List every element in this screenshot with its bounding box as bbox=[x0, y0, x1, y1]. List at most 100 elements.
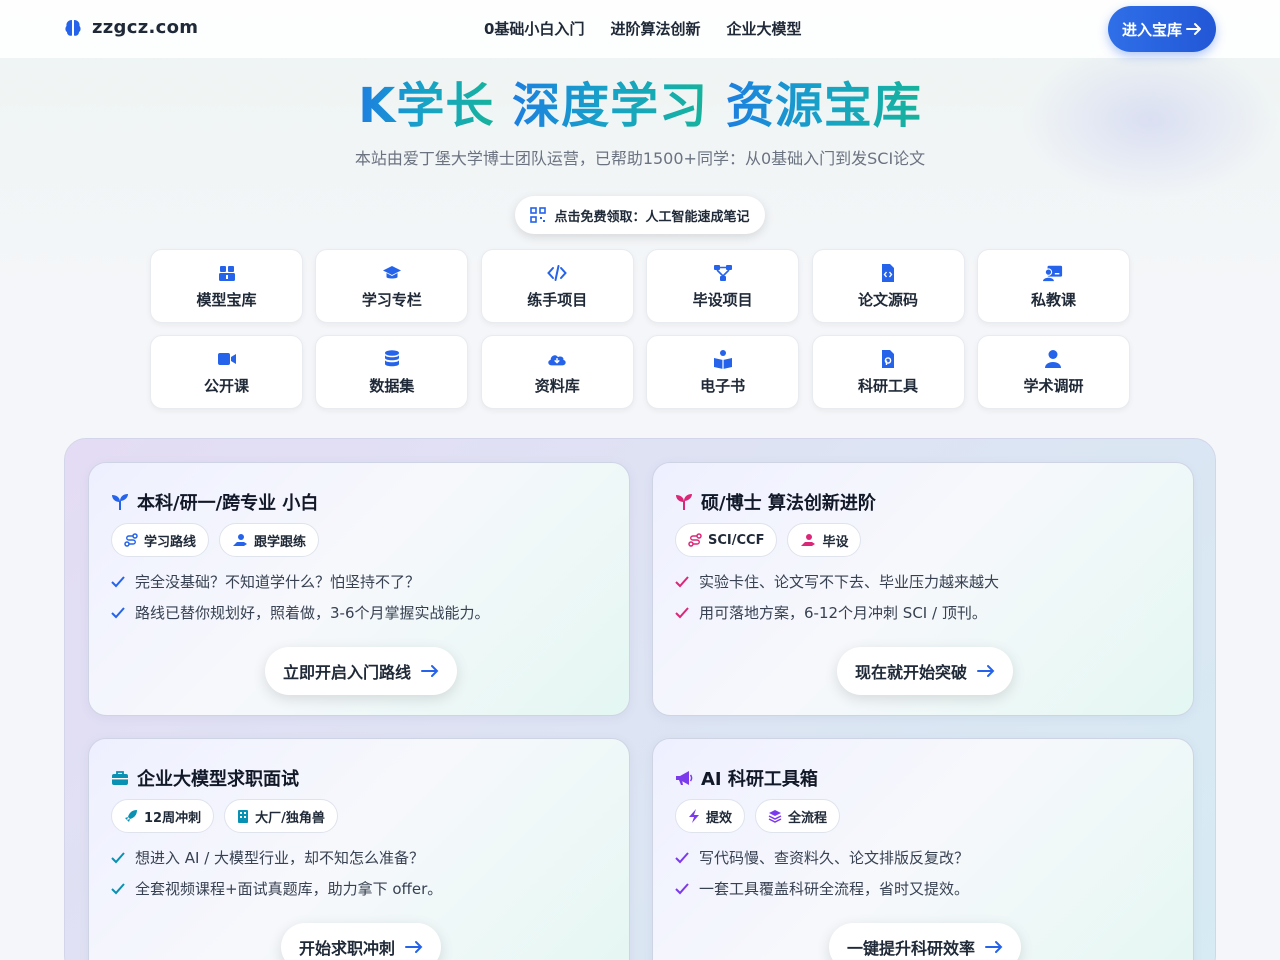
card-bullet: 全套视频课程+面试真题库，助力拿下 offer。 bbox=[111, 878, 442, 899]
top-header: zzgcz.com 0基础小白入门 进阶算法创新 企业大模型 进入宝库 bbox=[0, 0, 1280, 58]
cloud-download-icon bbox=[548, 354, 566, 365]
resource-columns[interactable]: 学习专栏 bbox=[315, 249, 469, 323]
resource-label: 练手项目 bbox=[527, 290, 588, 309]
tag-full-process[interactable]: 全流程 bbox=[755, 799, 841, 833]
cta-start-beginner[interactable]: 立即开启入门路线 bbox=[265, 647, 458, 695]
card-bullet: 写代码慢、查资料久、论文排版反复改？ bbox=[675, 847, 969, 868]
nav-enterprise[interactable]: 企业大模型 bbox=[726, 18, 801, 39]
cta-start-advanced[interactable]: 现在就开始突破 bbox=[837, 647, 1014, 695]
resource-open-courses[interactable]: 公开课 bbox=[150, 335, 303, 409]
resource-label: 毕设项目 bbox=[692, 290, 753, 309]
tag-learning-path[interactable]: 学习路线 bbox=[111, 523, 210, 557]
resource-ebooks[interactable]: 电子书 bbox=[646, 335, 800, 409]
resource-research-tools[interactable]: 科研工具 bbox=[811, 335, 965, 409]
tag-label: 跟学跟练 bbox=[254, 534, 307, 550]
resource-label: 电子书 bbox=[700, 376, 746, 395]
layers-icon bbox=[768, 810, 782, 823]
tag-12-week-sprint[interactable]: 12周冲刺 bbox=[111, 799, 215, 833]
arrow-right-icon bbox=[977, 665, 995, 677]
main-nav: 0基础小白入门 进阶算法创新 企业大模型 bbox=[484, 18, 801, 39]
qrcode-icon bbox=[530, 207, 547, 223]
tag-big-tech[interactable]: 大厂/独角兽 bbox=[224, 799, 338, 833]
resource-academic-research[interactable]: 学术调研 bbox=[976, 335, 1130, 409]
site-logo[interactable]: zzgcz.com bbox=[64, 17, 198, 38]
resource-practice-projects[interactable]: 练手项目 bbox=[480, 249, 634, 323]
card-advanced: 硕/博士 算法创新进阶 SCI/CCF 毕设 实验卡住、论文写不下去、毕业压力越… bbox=[652, 462, 1194, 716]
cta-label: 开始求职冲刺 bbox=[299, 939, 396, 958]
tag-label: SCI/CCF bbox=[708, 532, 765, 548]
card-bullet: 想进入 AI / 大模型行业，却不知怎么准备？ bbox=[111, 847, 424, 868]
cta-label: 现在就开始突破 bbox=[855, 663, 968, 682]
tag-graduation[interactable]: 毕设 bbox=[787, 523, 862, 557]
tag-sci-ccf[interactable]: SCI/CCF bbox=[675, 523, 778, 557]
free-notes-label: 点击免费领取：人工智能速成笔记 bbox=[554, 209, 750, 225]
resource-label: 论文源码 bbox=[858, 290, 919, 309]
bullet-text: 一套工具覆盖科研全流程，省时又提效。 bbox=[699, 880, 970, 898]
bullet-text: 路线已替你规划好，照着做，3-6个月掌握实战能力。 bbox=[135, 604, 490, 622]
resource-label: 私教课 bbox=[1030, 290, 1076, 309]
brain-icon bbox=[65, 19, 81, 36]
page-title: K学长 深度学习 资源宝库 bbox=[0, 66, 1280, 136]
bullet-text: 全套视频课程+面试真题库，助力拿下 offer。 bbox=[135, 880, 443, 898]
bullet-text: 写代码慢、查资料久、论文排版反复改？ bbox=[699, 849, 970, 867]
resource-label: 资料库 bbox=[534, 376, 580, 395]
route-icon bbox=[124, 533, 138, 547]
logo-text: zzgcz.com bbox=[92, 17, 199, 38]
arrow-right-icon bbox=[421, 665, 439, 677]
user-icon bbox=[1045, 349, 1062, 368]
building-icon bbox=[238, 810, 249, 823]
nav-beginner[interactable]: 0基础小白入门 bbox=[484, 18, 584, 39]
card-ai-toolbox: AI 科研工具箱 提效 全流程 写代码慢、查资料久、论文排版反复改？ 一套工具覆… bbox=[652, 738, 1194, 960]
bullet-text: 用可落地方案，6-12个月冲刺 SCI / 顶刊。 bbox=[699, 604, 987, 622]
card-tags: 学习路线 跟学跟练 bbox=[111, 523, 320, 557]
resource-private-tutoring[interactable]: 私教课 bbox=[976, 249, 1130, 323]
bullet-text: 完全没基础？不知道学什么？怕坚持不了？ bbox=[135, 573, 421, 591]
teacher-icon bbox=[1043, 265, 1063, 281]
hand-user-icon bbox=[801, 534, 816, 546]
card-bullet: 实验卡住、论文写不下去、毕业压力越来越大 bbox=[675, 571, 999, 592]
learning-paths-panel: 本科/研一/跨专业 小白 学习路线 跟学跟练 完全没基础？不知道学什么？怕坚持不… bbox=[64, 438, 1216, 960]
resource-library[interactable]: 资料库 bbox=[480, 335, 634, 409]
tag-follow-practice[interactable]: 跟学跟练 bbox=[219, 523, 320, 557]
resource-datasets[interactable]: 数据集 bbox=[315, 335, 469, 409]
free-notes-button[interactable]: 点击免费领取：人工智能速成笔记 bbox=[515, 196, 765, 234]
rocket-icon bbox=[125, 810, 137, 822]
page-subtitle: 本站由爱丁堡大学博士团队运营，已帮助1500+同学：从0基础入门到发SCI论文 bbox=[354, 149, 926, 168]
card-title-row: AI 科研工具箱 bbox=[675, 765, 818, 791]
file-tool-icon bbox=[882, 349, 895, 368]
tag-label: 12周冲刺 bbox=[144, 810, 202, 826]
resource-label: 学术调研 bbox=[1023, 376, 1084, 395]
check-icon bbox=[111, 575, 125, 587]
tag-efficiency[interactable]: 提效 bbox=[675, 799, 746, 833]
resource-label: 学习专栏 bbox=[361, 290, 422, 309]
bolt-icon bbox=[689, 809, 699, 823]
cta-boost-research[interactable]: 一键提升科研效率 bbox=[829, 923, 1022, 960]
card-tags: SCI/CCF 毕设 bbox=[675, 523, 862, 557]
check-icon bbox=[675, 606, 689, 618]
check-icon bbox=[675, 575, 689, 587]
resource-model-library[interactable]: 模型宝库 bbox=[150, 249, 303, 323]
nav-advanced[interactable]: 进阶算法创新 bbox=[610, 18, 700, 39]
graduation-cap-icon bbox=[382, 265, 401, 278]
card-job-interview: 企业大模型求职面试 12周冲刺 大厂/独角兽 想进入 AI / 大模型行业，却不… bbox=[88, 738, 630, 960]
briefcase-icon bbox=[112, 771, 128, 785]
cta-label: 一键提升科研效率 bbox=[847, 939, 976, 958]
check-icon bbox=[675, 851, 689, 863]
enter-button[interactable]: 进入宝库 bbox=[1108, 6, 1216, 52]
book-reader-icon bbox=[713, 349, 732, 369]
file-code-icon bbox=[882, 263, 895, 282]
card-beginner: 本科/研一/跨专业 小白 学习路线 跟学跟练 完全没基础？不知道学什么？怕坚持不… bbox=[88, 462, 630, 716]
arrow-right-icon bbox=[405, 941, 423, 953]
tag-label: 提效 bbox=[706, 810, 733, 826]
sprout-icon bbox=[676, 494, 692, 510]
resource-label: 数据集 bbox=[369, 376, 415, 395]
tag-label: 全流程 bbox=[788, 810, 828, 826]
card-title-row: 硕/博士 算法创新进阶 bbox=[675, 489, 876, 515]
resource-paper-code[interactable]: 论文源码 bbox=[811, 249, 965, 323]
card-title: 企业大模型求职面试 bbox=[137, 769, 299, 790]
cta-start-job[interactable]: 开始求职冲刺 bbox=[281, 923, 442, 960]
bullet-text: 想进入 AI / 大模型行业，却不知怎么准备？ bbox=[135, 849, 425, 867]
card-title-row: 企业大模型求职面试 bbox=[111, 765, 299, 791]
database-icon bbox=[384, 349, 399, 366]
resource-graduation-projects[interactable]: 毕设项目 bbox=[646, 249, 800, 323]
